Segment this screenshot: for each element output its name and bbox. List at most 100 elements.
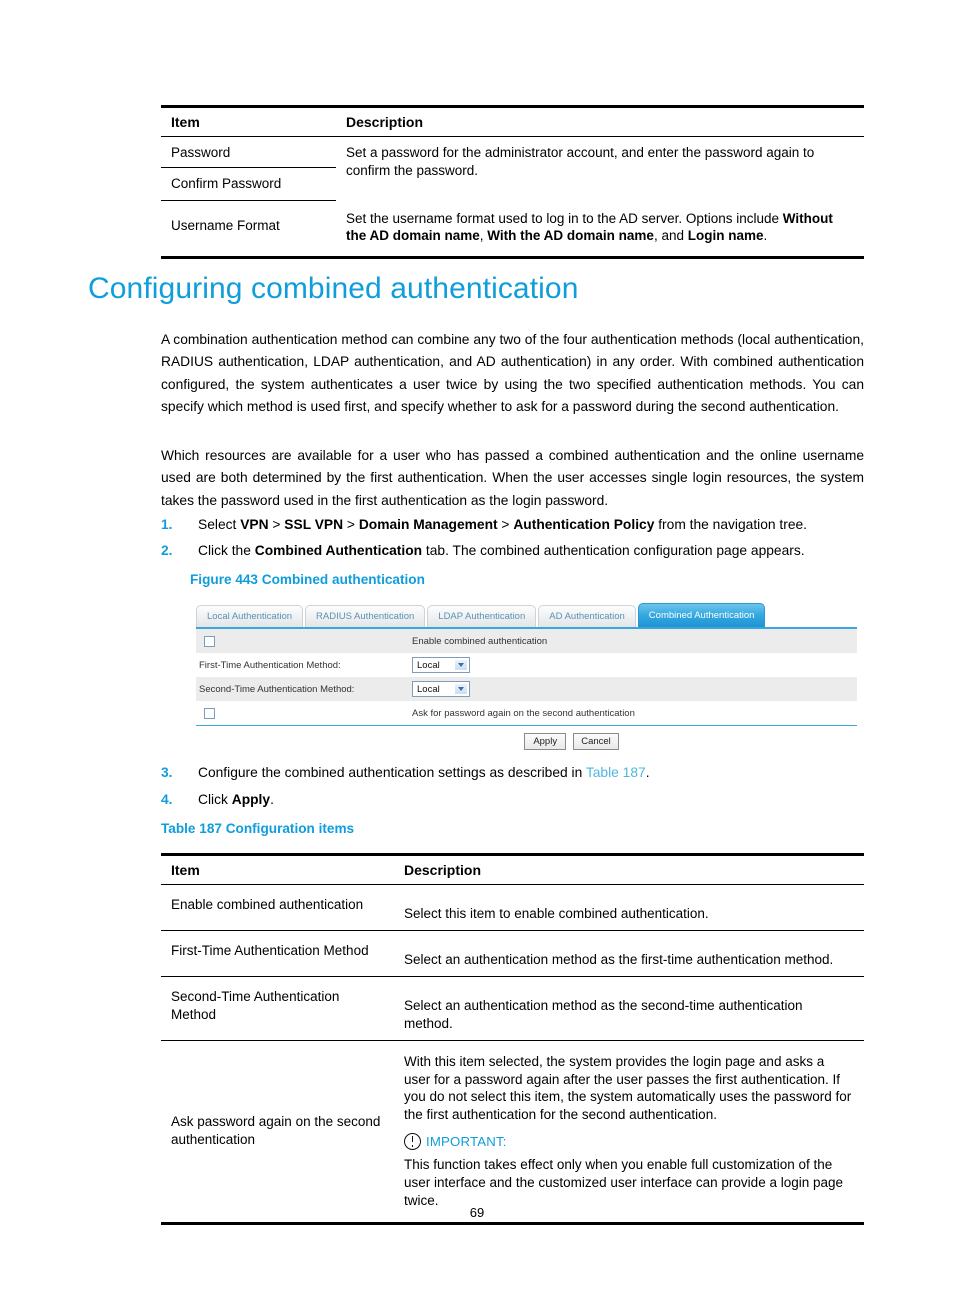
cell-description-first-time-authentication-method: Select an authentication method as the f… (394, 930, 864, 978)
cell-item-password: Password (161, 136, 336, 169)
intro-paragraph-1: A combination authentication method can … (161, 332, 864, 415)
first-time-authentication-method-select[interactable]: Local (412, 657, 470, 673)
first-time-authentication-method-value: Local (417, 659, 440, 671)
enable-combined-authentication-label: Enable combined authentication (412, 635, 548, 647)
plain-text: > (497, 517, 514, 532)
document-page: Item Description Password Set a password… (0, 0, 954, 1296)
plain-text: , and (653, 228, 688, 244)
cell-description-enable-combined-authentication: Select this item to enable combined auth… (394, 884, 864, 932)
emphasis-text: Domain Management (358, 517, 498, 532)
column-header-item: Item (161, 852, 394, 886)
second-time-authentication-method-label: Second-Time Authentication Method: (199, 683, 355, 695)
configuration-items-table: Item Description Enable combined authent… (161, 852, 864, 1225)
table-row: Second-Time Authentication Method Select… (161, 976, 864, 1041)
cell-description-password: Set a password for the administrator acc… (336, 137, 864, 201)
plain-text: Click (198, 792, 232, 807)
emphasis-text: Apply (231, 792, 271, 807)
cancel-button[interactable]: Cancel (573, 732, 619, 750)
step-number: 4. (161, 792, 173, 807)
ask-password-again-checkbox[interactable] (204, 707, 215, 719)
tab-ldap-authentication[interactable]: LDAP Authentication (427, 605, 537, 627)
table-header-row: Item Description (161, 104, 864, 138)
cell-item-username-format: Username Format (161, 200, 336, 260)
emphasis-text: SSL VPN (284, 517, 344, 532)
ad-settings-table: Item Description Password Set a password… (161, 104, 864, 260)
emphasis-text: Combined Authentication (254, 543, 423, 558)
cell-item-confirm-password: Confirm Password (161, 167, 336, 202)
plain-text: Set the username format used to log in t… (346, 210, 783, 226)
table-row: Ask password again on the second authent… (161, 1040, 864, 1225)
page-number: 69 (469, 1205, 485, 1220)
tab-combined-authentication[interactable]: Combined Authentication (637, 603, 766, 627)
plain-text: Configure the combined authentication se… (198, 765, 586, 780)
tab-ad-authentication[interactable]: AD Authentication (538, 605, 636, 627)
first-time-authentication-method-label: First-Time Authentication Method: (199, 659, 341, 671)
tab-local-authentication[interactable]: Local Authentication (196, 605, 304, 627)
table-row: First-Time Authentication Method Select … (161, 930, 864, 978)
authentication-tab-bar: Local Authentication RADIUS Authenticati… (196, 600, 857, 629)
figure-caption: Figure 443 Combined authentication (190, 572, 425, 587)
second-time-authentication-method-select[interactable]: Local (412, 681, 470, 697)
step-text: Click Apply. (198, 789, 864, 810)
table-caption: Table 187 Configuration items (161, 821, 355, 836)
cell-description-second-time-authentication-method: Select an authentication method as the s… (394, 976, 864, 1041)
emphasis-text: With the AD domain name (487, 228, 654, 244)
table-header-row: Item Description (161, 852, 864, 886)
plain-text: . (645, 765, 650, 780)
ask-password-again-description: With this item selected, the system prov… (404, 1053, 852, 1123)
plain-text: . (763, 228, 768, 244)
plain-text: Click the (198, 543, 255, 558)
column-header-item: Item (161, 104, 336, 138)
column-header-description: Description (336, 104, 864, 138)
chevron-down-icon[interactable] (454, 683, 468, 695)
important-note-header: IMPORTANT: (404, 1133, 854, 1151)
cell-description-ask-password-again: With this item selected, the system prov… (394, 1040, 864, 1225)
step-4: 4. Click Apply. (161, 789, 864, 810)
step-number: 1. (161, 517, 173, 532)
step-number: 2. (161, 543, 173, 558)
ask-password-again-checkbox-cell (199, 707, 412, 719)
cell-item-ask-password-again: Ask password again on the second authent… (161, 1040, 394, 1225)
step-number: 3. (161, 765, 173, 780)
description-text: Set a password for the administrator acc… (346, 145, 815, 179)
row-enable-combined-authentication: Enable combined authentication (196, 629, 857, 653)
apply-button[interactable]: Apply (524, 732, 567, 750)
intro-paragraph-2: Which resources are available for a user… (161, 448, 864, 508)
step-text: Configure the combined authentication se… (198, 762, 864, 783)
step-text: Click the Combined Authentication tab. T… (198, 540, 864, 561)
description-rich-text: Set the username format used to log in t… (346, 211, 833, 244)
cell-description-username-format: Set the username format used to log in t… (336, 200, 864, 260)
cross-reference-link[interactable]: Table 187 (586, 765, 646, 780)
plain-text: from the navigation tree. (654, 517, 808, 532)
page-title: Configuring combined authentication (88, 272, 579, 305)
enable-combined-authentication-checkbox-cell (199, 635, 412, 647)
table-row: Username Format Set the username format … (161, 200, 864, 260)
enable-combined-authentication-checkbox[interactable] (204, 635, 215, 647)
plain-text: > (268, 517, 285, 532)
important-icon (404, 1133, 421, 1151)
chevron-down-icon[interactable] (454, 659, 468, 671)
step-1: 1. Select VPN > SSL VPN > Domain Managem… (161, 514, 864, 535)
column-header-description: Description (394, 852, 864, 886)
step-2: 2. Click the Combined Authentication tab… (161, 540, 864, 561)
row-second-time-authentication-method: Second-Time Authentication Method: Local (196, 677, 857, 701)
step-3: 3. Configure the combined authentication… (161, 762, 864, 783)
important-label: IMPORTANT: (426, 1133, 507, 1149)
cell-item-first-time-authentication-method: First-Time Authentication Method (161, 930, 394, 978)
cell-item-enable-combined-authentication: Enable combined authentication (161, 884, 394, 932)
row-first-time-authentication-method: First-Time Authentication Method: Local (196, 653, 857, 677)
emphasis-text: Login name (687, 228, 764, 244)
table-row: Enable combined authentication Select th… (161, 884, 864, 932)
plain-text: tab. The combined authentication configu… (422, 543, 805, 558)
cell-item-second-time-authentication-method: Second-Time Authentication Method (161, 976, 394, 1041)
second-time-authentication-method-value: Local (417, 683, 440, 695)
ask-password-again-label: Ask for password again on the second aut… (412, 707, 635, 719)
figure-button-bar: Apply Cancel (196, 725, 857, 756)
combined-authentication-screenshot: Local Authentication RADIUS Authenticati… (196, 600, 857, 756)
emphasis-text: VPN (240, 517, 269, 532)
tab-radius-authentication[interactable]: RADIUS Authentication (305, 605, 426, 627)
emphasis-text: Authentication Policy (513, 517, 655, 532)
plain-text: > (343, 517, 359, 532)
plain-text: . (270, 792, 274, 807)
important-note-text: This function takes effect only when you… (404, 1157, 844, 1209)
